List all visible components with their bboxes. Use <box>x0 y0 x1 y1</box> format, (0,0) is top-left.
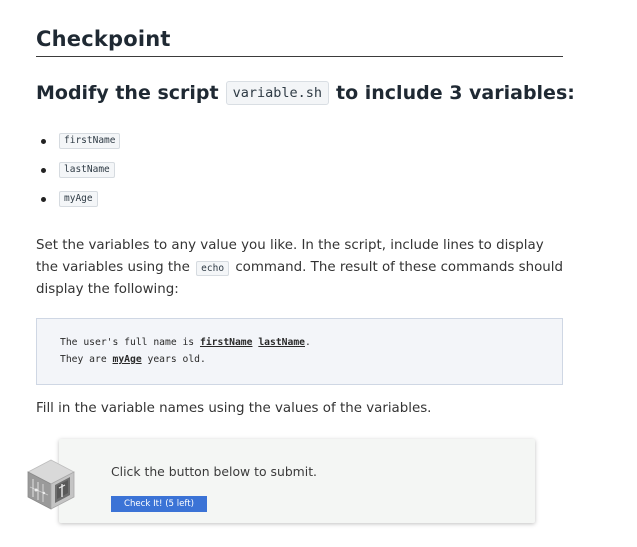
title-divider <box>36 56 563 57</box>
check-it-button[interactable]: Check It! (5 left) <box>111 496 207 512</box>
expected-output-code-block: The user's full name is firstName lastNa… <box>36 318 563 385</box>
cube-icon <box>27 459 75 510</box>
task-heading-suffix: to include 3 variables: <box>336 82 575 104</box>
output-line-2: They are myAge years old. <box>60 354 206 365</box>
output-line-2-suffix: years old. <box>141 354 206 365</box>
page-title: Checkpoint <box>36 27 171 51</box>
first-name-placeholder: firstName <box>199 337 253 348</box>
instructions-paragraph: Set the variables to any value you like.… <box>36 235 563 301</box>
variable-code: firstName <box>59 133 121 149</box>
echo-code: echo <box>196 261 230 276</box>
task-heading-prefix: Modify the script <box>36 82 219 104</box>
variable-list: firstName lastName myAge <box>36 133 121 220</box>
output-line-2-prefix: They are <box>60 354 113 365</box>
list-item: lastName <box>36 162 120 191</box>
list-item: myAge <box>36 191 120 220</box>
age-placeholder: myAge <box>112 354 142 365</box>
output-line-1-prefix: The user's full name is <box>60 337 200 348</box>
bullet-icon <box>41 139 46 144</box>
bullet-icon <box>41 168 46 173</box>
variable-code: myAge <box>59 191 98 207</box>
task-heading: Modify the script variable.sh to include… <box>36 81 575 105</box>
submit-prompt: Click the button below to submit. <box>111 464 317 479</box>
list-item: firstName <box>36 133 121 162</box>
output-line-1: The user's full name is firstName lastNa… <box>60 337 311 348</box>
bullet-icon <box>41 197 46 202</box>
submit-card: Click the button below to submit. Check … <box>59 439 535 523</box>
script-name-code: variable.sh <box>225 81 329 105</box>
fill-in-note: Fill in the variable names using the val… <box>36 401 432 416</box>
variable-code: lastName <box>59 162 115 178</box>
last-name-placeholder: lastName <box>258 337 305 348</box>
output-line-1-suffix: . <box>305 337 311 348</box>
